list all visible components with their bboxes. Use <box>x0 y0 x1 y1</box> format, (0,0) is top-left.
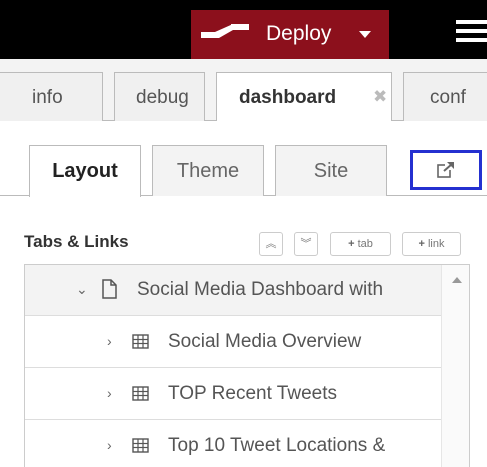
tree-item-label: Social Media Overview <box>168 331 362 352</box>
add-tab-label: tab <box>357 238 373 250</box>
open-dashboard-button[interactable] <box>410 150 482 190</box>
expand-all-button[interactable]: ︾ <box>294 232 318 256</box>
deploy-icon <box>201 24 249 38</box>
deploy-label: Deploy <box>266 22 332 45</box>
list-item[interactable]: ⌄ Social Media Dashboard with <box>25 265 441 316</box>
external-link-icon <box>437 161 455 178</box>
tab-label: conf <box>430 87 466 108</box>
tab-config[interactable]: conf <box>403 72 487 121</box>
sidebar-tab-bar: info debug dashboard ✖ conf <box>0 59 487 122</box>
tab-dashboard[interactable]: dashboard ✖ <box>216 72 392 122</box>
scroll-up-arrow-icon[interactable] <box>452 277 462 283</box>
tab-label: Layout <box>52 160 118 182</box>
double-chevron-up-icon: ︽ <box>265 238 277 250</box>
tab-debug[interactable]: debug <box>114 72 205 121</box>
tree-group-label: Social Media Dashboard with <box>137 279 384 300</box>
tab-label: Theme <box>176 160 240 182</box>
tab-site[interactable]: Site <box>275 145 387 196</box>
double-chevron-down-icon: ︾ <box>300 238 312 250</box>
tabs-links-heading: Tabs & Links <box>24 232 129 251</box>
collapse-all-button[interactable]: ︽ <box>259 232 283 256</box>
deploy-button[interactable]: Deploy <box>191 10 389 59</box>
file-icon <box>102 279 117 299</box>
tab-info[interactable]: info <box>0 72 103 121</box>
table-icon <box>132 386 149 401</box>
top-header: Deploy <box>0 0 487 59</box>
tab-label: debug <box>136 87 189 108</box>
add-link-button[interactable]: + link <box>402 232 461 256</box>
tab-layout[interactable]: Layout <box>29 145 141 197</box>
chevron-right-icon[interactable]: › <box>107 333 112 349</box>
add-link-label: link <box>427 238 445 250</box>
tree-item-label: TOP Recent Tweets <box>168 383 337 404</box>
tree-item-label: Top 10 Tweet Locations & <box>168 435 386 456</box>
list-item[interactable]: › TOP Recent Tweets <box>25 369 441 420</box>
add-tab-button[interactable]: + tab <box>330 232 391 256</box>
table-icon <box>132 438 149 453</box>
main-menu-icon[interactable] <box>456 20 487 42</box>
tab-label: Site <box>313 160 349 182</box>
chevron-right-icon[interactable]: › <box>107 437 112 453</box>
chevron-right-icon[interactable]: › <box>107 385 112 401</box>
list-item[interactable]: › Social Media Overview <box>25 317 441 368</box>
tab-theme[interactable]: Theme <box>152 145 264 196</box>
table-icon <box>132 334 149 349</box>
tabs-links-tree: ⌄ Social Media Dashboard with › Social M… <box>24 264 470 467</box>
chevron-down-icon[interactable]: ⌄ <box>76 281 88 298</box>
deploy-dropdown-icon[interactable] <box>359 31 371 38</box>
tree-scrollbar[interactable] <box>441 265 469 467</box>
plus-icon: + <box>418 238 425 250</box>
plus-icon: + <box>348 238 355 250</box>
tab-label: dashboard <box>239 87 337 108</box>
close-icon[interactable]: ✖ <box>373 87 387 107</box>
tab-label: info <box>32 87 63 108</box>
list-item[interactable]: › Top 10 Tweet Locations & <box>25 421 441 467</box>
